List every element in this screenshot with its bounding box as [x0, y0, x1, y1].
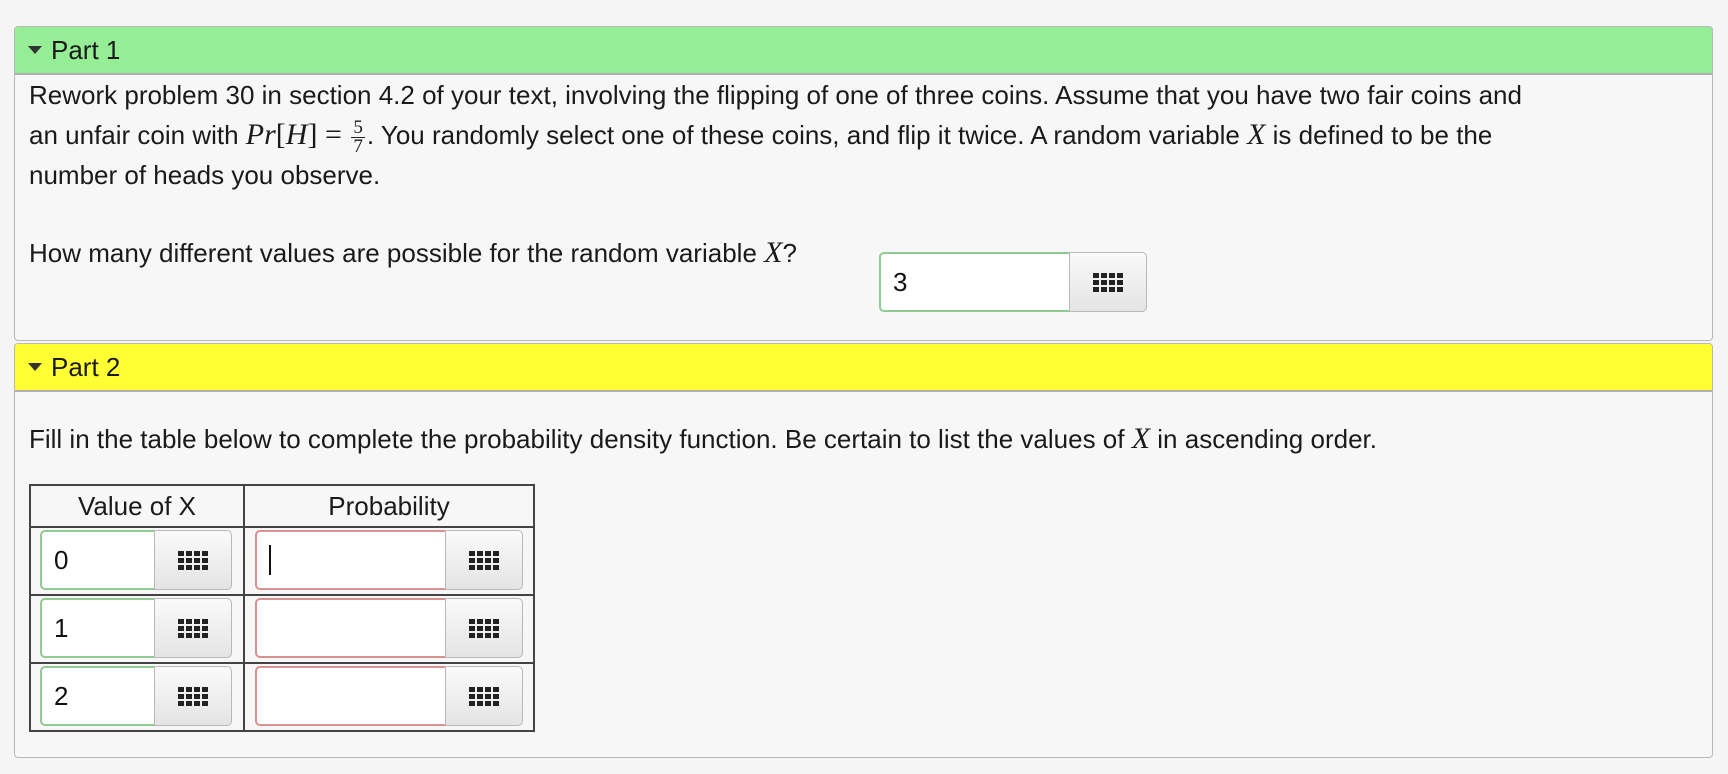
value-input[interactable]: 0 — [40, 530, 154, 590]
table-row: 2 — [29, 662, 535, 732]
keypad-icon — [178, 550, 208, 570]
keypad-button[interactable] — [445, 530, 523, 590]
problem-text-segment: is defined to be the — [1265, 120, 1493, 150]
table-header-row: Value of X Probability — [29, 484, 535, 528]
part1-header[interactable]: Part 1 — [15, 27, 1712, 75]
probability-answer-group — [255, 530, 523, 590]
keypad-button[interactable] — [154, 530, 232, 590]
value-cell: 2 — [29, 662, 245, 732]
keypad-icon — [178, 618, 208, 638]
keypad-icon — [469, 618, 499, 638]
text-cursor — [269, 545, 271, 575]
problem-text-line3: number of heads you observe. — [29, 160, 381, 190]
part2-title: Part 2 — [51, 351, 121, 382]
math-h: H — [285, 118, 308, 151]
fraction-denominator: 7 — [353, 135, 363, 157]
caret-down-icon[interactable] — [28, 363, 42, 371]
value-answer-group: 1 — [40, 598, 232, 658]
keypad-button[interactable] — [154, 666, 232, 726]
num-values-input[interactable]: 3 — [879, 252, 1069, 312]
math-x: X — [1131, 422, 1151, 455]
part1-panel: Part 1 Rework problem 30 in section 4.2 … — [14, 26, 1713, 341]
instruction-text: Fill in the table below to complete the … — [29, 419, 1377, 459]
value-input[interactable]: 1 — [40, 598, 154, 658]
keypad-icon — [469, 686, 499, 706]
part2-header[interactable]: Part 2 — [15, 344, 1712, 392]
keypad-button[interactable] — [154, 598, 232, 658]
keypad-button[interactable] — [445, 666, 523, 726]
value-cell: 1 — [29, 594, 245, 664]
keypad-icon — [178, 686, 208, 706]
math-bracket-open: [ — [275, 118, 286, 151]
keypad-button[interactable] — [445, 598, 523, 658]
value-answer-group: 2 — [40, 666, 232, 726]
math-equals: = — [317, 118, 350, 151]
problem-text-segment: an unfair coin with — [29, 120, 246, 150]
math-fraction: 57 — [351, 116, 365, 157]
answer-group-num-values: 3 — [879, 252, 1147, 312]
question-segment: ? — [782, 238, 797, 268]
probability-cell — [243, 662, 535, 732]
probability-answer-group — [255, 598, 523, 658]
instruction-segment: Fill in the table below to complete the … — [29, 424, 1132, 454]
problem-text-segment: . You randomly select one of these coins… — [366, 120, 1248, 150]
question-text: How many different values are possible f… — [29, 233, 797, 273]
probability-cell — [243, 526, 535, 596]
value-cell: 0 — [29, 526, 245, 596]
question-segment: How many different values are possible f… — [29, 238, 765, 268]
pdf-table: Value of X Probability 0 1 2 — [29, 484, 535, 732]
probability-input[interactable] — [255, 530, 445, 590]
math-x: X — [764, 236, 783, 269]
table-row: 1 — [29, 594, 535, 664]
part1-title: Part 1 — [51, 34, 121, 65]
fraction-numerator: 5 — [351, 116, 365, 138]
instruction-segment: in ascending order. — [1150, 424, 1377, 454]
column-header-value: Value of X — [29, 484, 245, 528]
keypad-button[interactable] — [1069, 252, 1147, 312]
probability-cell — [243, 594, 535, 664]
table-row: 0 — [29, 526, 535, 596]
math-bracket-close: ] — [307, 118, 318, 151]
math-pr: Pr — [245, 118, 276, 151]
column-header-probability: Probability — [243, 484, 535, 528]
caret-down-icon[interactable] — [28, 46, 42, 54]
probability-input[interactable] — [255, 598, 445, 658]
keypad-icon — [469, 550, 499, 570]
problem-text-line2: an unfair coin with Pr[H] = 57. You rand… — [29, 115, 1492, 156]
value-input[interactable]: 2 — [40, 666, 154, 726]
probability-input[interactable] — [255, 666, 445, 726]
math-x: X — [1247, 118, 1266, 151]
part2-panel: Part 2 Fill in the table below to comple… — [14, 343, 1713, 758]
value-answer-group: 0 — [40, 530, 232, 590]
probability-answer-group — [255, 666, 523, 726]
keypad-icon — [1093, 272, 1123, 292]
problem-text-line1: Rework problem 30 in section 4.2 of your… — [29, 80, 1522, 110]
